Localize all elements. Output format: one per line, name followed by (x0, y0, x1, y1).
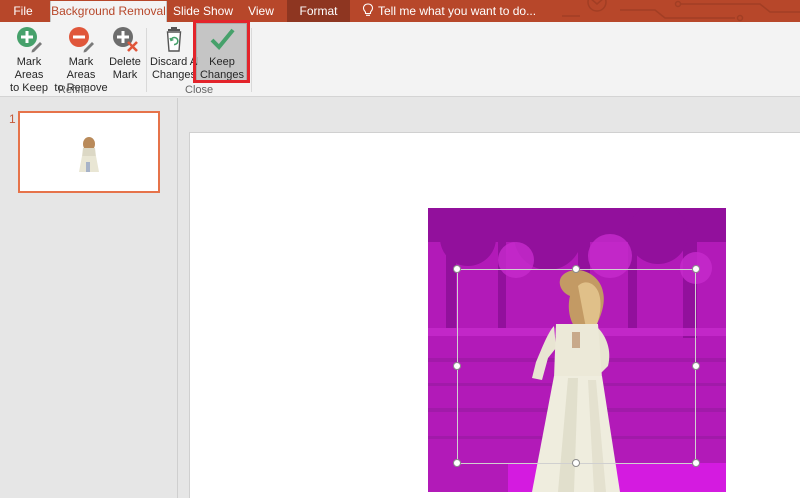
delete-mark-line2: Mark (112, 69, 138, 81)
discard-line1: Discard All (150, 56, 198, 68)
resize-handle-bottom-right[interactable] (692, 459, 700, 467)
tab-view[interactable]: View (240, 0, 282, 22)
keep-area-selection-box[interactable] (457, 269, 696, 464)
resize-handle-bottom-left[interactable] (453, 459, 461, 467)
tab-slide-show[interactable]: Slide Show (172, 0, 234, 22)
highlight-annotation-box (193, 20, 250, 83)
tab-format[interactable]: Format (287, 0, 350, 22)
mark-areas-to-keep-button[interactable]: Mark Areas to Keep (2, 25, 56, 95)
group-label-close: Close (185, 84, 214, 96)
resize-handle-left[interactable] (453, 362, 461, 370)
ribbon-separator (146, 28, 147, 92)
group-label-refine: Refine (58, 84, 90, 96)
decorative-circuit-pattern (562, 0, 800, 22)
delete-mark-button[interactable]: Delete Mark (108, 25, 142, 82)
plus-pencil-icon (17, 27, 42, 53)
tab-background-removal[interactable]: Background Removal (50, 1, 167, 22)
slides-panel: 1 (0, 98, 177, 498)
resize-handle-right[interactable] (692, 362, 700, 370)
ribbon: Mark Areas to Keep Mark Areas to Remove … (0, 20, 800, 97)
tell-me-text: Tell me what you want to do... (378, 4, 537, 18)
mark-remove-line1: Mark Areas (66, 56, 96, 81)
recycle-bin-icon (166, 27, 182, 52)
delete-mark-icon (113, 27, 138, 52)
resize-handle-top[interactable] (572, 265, 580, 273)
mark-keep-line2: to Keep (10, 82, 48, 94)
slide-thumbnail[interactable] (18, 111, 160, 193)
thumbnail-woman-image (79, 137, 99, 172)
resize-handle-top-left[interactable] (453, 265, 461, 273)
ribbon-separator (251, 28, 252, 92)
slide-number: 1 (9, 112, 16, 126)
minus-pencil-icon (69, 27, 94, 53)
tell-me-box[interactable]: Tell me what you want to do... (362, 0, 536, 22)
resize-handle-bottom[interactable] (572, 459, 580, 467)
discard-line2: Changes (151, 69, 197, 81)
lightbulb-icon (362, 3, 374, 16)
delete-mark-line1: Delete (109, 56, 141, 68)
resize-handle-top-right[interactable] (692, 265, 700, 273)
ribbon-tab-bar: File Background Removal Slide Show View … (0, 0, 800, 22)
discard-all-changes-button[interactable]: Discard All Changes (150, 25, 198, 82)
mark-keep-line1: Mark Areas (14, 56, 44, 81)
tab-file[interactable]: File (0, 0, 46, 22)
panel-divider (177, 98, 178, 498)
